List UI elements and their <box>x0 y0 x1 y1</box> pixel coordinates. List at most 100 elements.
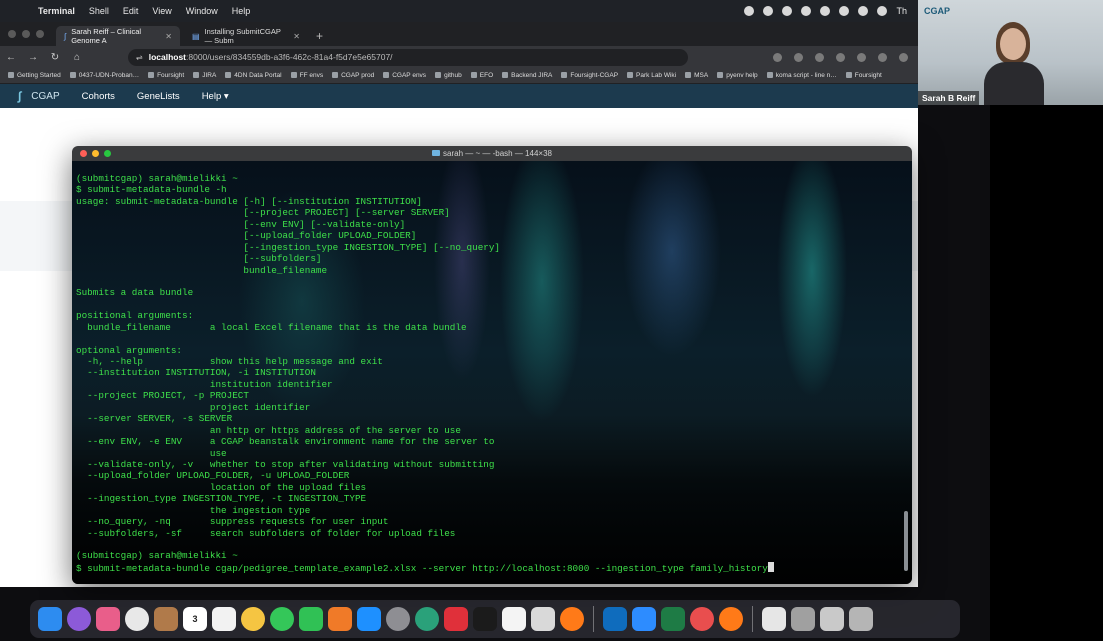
firefox-icon[interactable] <box>560 607 584 631</box>
menu-view[interactable]: View <box>152 6 171 16</box>
launchpad-icon[interactable] <box>96 607 120 631</box>
clock-text[interactable]: Th <box>896 6 907 16</box>
bookmark-item[interactable]: MSA <box>685 72 708 79</box>
bookmark-icon <box>383 72 390 79</box>
status-icon[interactable] <box>820 6 831 16</box>
bookmark-item[interactable]: JIRA <box>193 72 216 79</box>
bookmark-item[interactable]: Park Lab Wiki <box>627 72 676 79</box>
control-center-icon[interactable] <box>858 6 869 16</box>
firefox-icon[interactable] <box>719 607 743 631</box>
zoom-video-tile[interactable]: CGAP Sarah B Reiff <box>918 0 1103 105</box>
bookmark-item[interactable]: Foursight <box>845 72 882 79</box>
document-icon[interactable] <box>820 607 844 631</box>
calendar-icon[interactable]: 3 <box>183 607 207 631</box>
zoom-window-icon[interactable] <box>36 30 44 38</box>
home-icon[interactable]: ⌂ <box>66 52 88 63</box>
bookmark-item[interactable]: Foursight <box>148 72 184 79</box>
bookmark-item[interactable]: FF envs <box>290 72 323 79</box>
facetime-icon[interactable] <box>299 607 323 631</box>
extension-icon[interactable] <box>857 52 866 62</box>
menu-help[interactable]: Help <box>232 6 251 16</box>
terminal-line-text: -h, --help show this help message and ex… <box>76 356 383 367</box>
excel-icon[interactable] <box>661 607 685 631</box>
app-icon[interactable] <box>444 607 468 631</box>
tab-installing-submitcgap[interactable]: ▤ Installing SubmitCGAP — Subm ✕ <box>184 26 308 46</box>
close-tab-icon[interactable]: ✕ <box>293 32 300 41</box>
bookmark-item[interactable]: Getting Started <box>8 72 61 79</box>
outlook-icon[interactable] <box>603 607 627 631</box>
bookmark-item[interactable]: EFO <box>470 72 494 79</box>
menu-shell[interactable]: Shell <box>89 6 109 16</box>
terminal-line: --env ENV, -e ENV a CGAP beanstalk envir… <box>76 436 906 447</box>
nav-help[interactable]: Help ▾ <box>202 91 229 102</box>
page-info-icon[interactable]: ⇌ <box>136 53 143 62</box>
books-icon[interactable] <box>328 607 352 631</box>
pocket-icon[interactable] <box>794 52 803 62</box>
cgap-brand[interactable]: CGAP <box>31 91 59 102</box>
minimize-window-icon[interactable] <box>22 30 30 38</box>
status-icon[interactable] <box>763 6 774 16</box>
terminal-line-text: project identifier <box>76 401 311 413</box>
terminal-line: institution identifier <box>76 379 906 390</box>
bookmark-item[interactable]: 4DN Data Portal <box>225 72 282 79</box>
terminal-app-icon[interactable] <box>473 607 497 631</box>
slack-icon[interactable] <box>502 607 526 631</box>
bookmark-label: EFO <box>479 72 494 79</box>
close-window-icon[interactable] <box>8 30 16 38</box>
siri-icon[interactable] <box>67 607 91 631</box>
new-tab-button[interactable]: + <box>316 29 323 43</box>
reload-icon[interactable]: ↻ <box>44 52 66 63</box>
document-icon[interactable] <box>791 607 815 631</box>
document-icon[interactable] <box>762 607 786 631</box>
chrome-icon[interactable] <box>125 607 149 631</box>
cgap-favicon-icon: ∫ <box>64 31 67 41</box>
wifi-icon[interactable] <box>839 6 850 16</box>
menu-app-name[interactable]: Terminal <box>38 6 75 16</box>
bookmark-item[interactable]: github <box>435 72 462 79</box>
bookmark-item[interactable]: Foursight-CGAP <box>561 72 618 79</box>
bookmark-label: pyenv help <box>726 72 758 79</box>
photos-icon[interactable] <box>241 607 265 631</box>
trash-icon[interactable] <box>849 607 873 631</box>
star-icon[interactable] <box>773 52 782 62</box>
app-store-icon[interactable] <box>357 607 381 631</box>
extension-icon[interactable] <box>878 52 887 62</box>
status-icon[interactable] <box>744 6 755 16</box>
status-icon[interactable] <box>801 6 812 16</box>
terminal-line-text: $ submit-metadata-bundle -h <box>76 184 227 196</box>
back-icon[interactable]: ← <box>0 52 22 63</box>
terminal-line-text: positional arguments: <box>76 310 194 322</box>
textedit-icon[interactable] <box>531 607 555 631</box>
nav-cohorts[interactable]: Cohorts <box>82 91 115 102</box>
finder-icon[interactable] <box>38 607 62 631</box>
system-preferences-icon[interactable] <box>386 607 410 631</box>
bookmark-item[interactable]: koma script - line n… <box>766 72 837 79</box>
notes-app-icon[interactable] <box>154 607 178 631</box>
menu-edit[interactable]: Edit <box>123 6 139 16</box>
terminal-content[interactable]: (submitcgap) sarah@mielikki ~ $ submit-me… <box>72 161 912 584</box>
bookmark-item[interactable]: CGAP envs <box>383 72 426 79</box>
status-icon[interactable] <box>782 6 793 16</box>
app-icon[interactable] <box>415 607 439 631</box>
bookmark-item[interactable]: 0437-UDN-Proban… <box>69 72 139 79</box>
bookmark-item[interactable]: pyenv help <box>717 72 758 79</box>
nav-genelists[interactable]: GeneLists <box>137 91 180 102</box>
terminal-line: --subfolders, -sf search subfolders of f… <box>76 528 906 539</box>
zoom-icon[interactable] <box>632 607 656 631</box>
cgap-logo-icon[interactable]: ∫ <box>18 89 21 103</box>
address-bar[interactable]: ⇌ localhost :8000/users/834559db-a3f6-46… <box>128 48 688 66</box>
menu-icon[interactable] <box>899 52 908 62</box>
bookmark-item[interactable]: CGAP prod <box>332 72 374 79</box>
messages-icon[interactable] <box>270 607 294 631</box>
app-icon[interactable] <box>690 607 714 631</box>
close-tab-icon[interactable]: ✕ <box>165 32 172 41</box>
bookmark-item[interactable]: Backend JIRA <box>502 72 552 79</box>
terminal-line-text: institution identifier <box>76 378 333 390</box>
menu-window[interactable]: Window <box>186 6 218 16</box>
search-icon[interactable] <box>877 6 888 16</box>
forward-icon[interactable]: → <box>22 52 44 63</box>
tab-cgap-user[interactable]: ∫ Sarah Reiff – Clinical Genome A ✕ <box>56 26 180 46</box>
reminders-icon[interactable] <box>212 607 236 631</box>
extension-icon[interactable] <box>836 52 845 62</box>
downloads-icon[interactable] <box>815 52 824 62</box>
